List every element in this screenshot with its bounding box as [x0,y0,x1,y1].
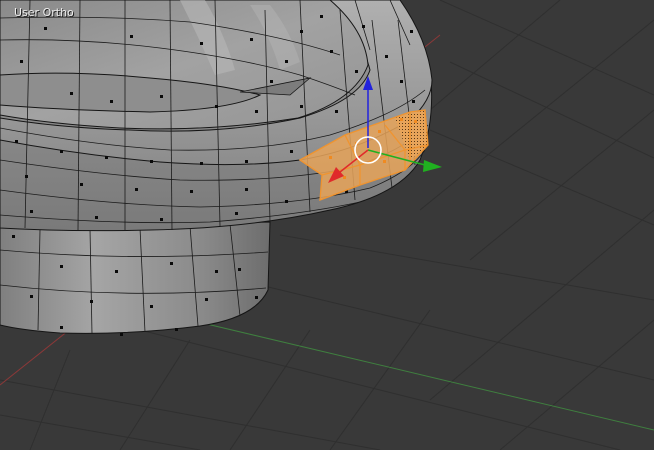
view-label: User Ortho [14,6,74,19]
mesh-stem[interactable] [0,221,271,335]
viewport-canvas[interactable] [0,0,654,450]
mesh-bowl[interactable] [0,0,433,232]
3d-viewport[interactable]: User Ortho [0,0,654,450]
